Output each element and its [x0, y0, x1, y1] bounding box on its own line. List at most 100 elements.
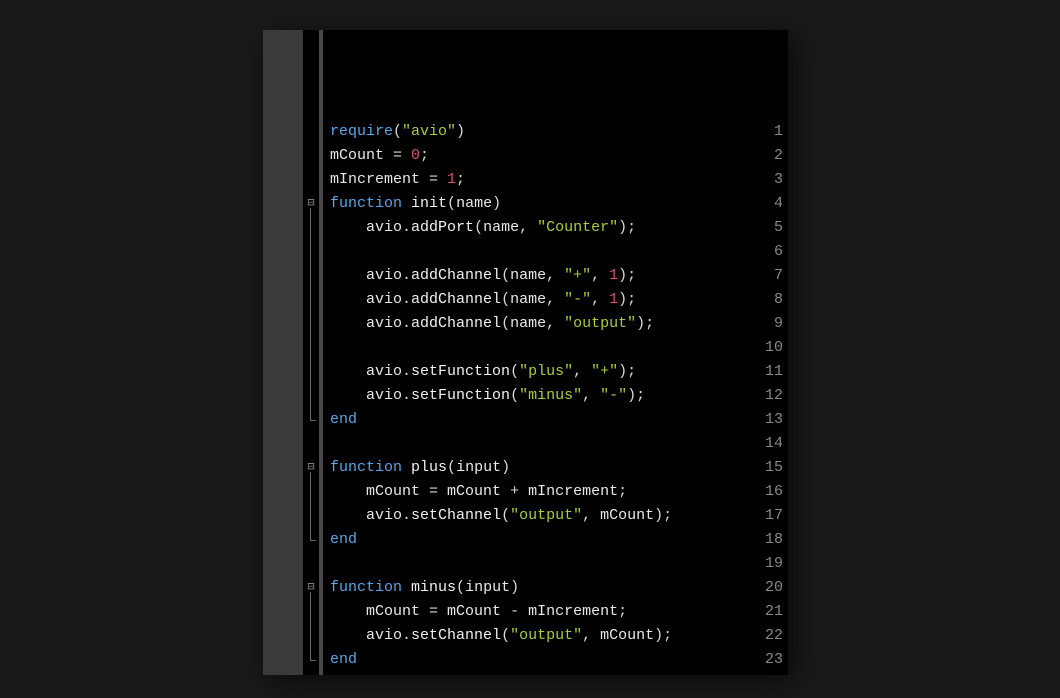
code-line[interactable]: avio.addChannel(name, "output");: [330, 312, 654, 336]
token-op: ,: [582, 387, 600, 404]
token-op: ;: [618, 603, 627, 620]
token-str: "+": [591, 363, 618, 380]
token-op: =: [420, 483, 447, 500]
token-str: "Counter": [537, 219, 618, 236]
fold-margin[interactable]: [303, 30, 319, 675]
token-op: .: [402, 267, 411, 284]
code-line[interactable]: function plus(input): [330, 456, 510, 480]
token-fn: addPort: [411, 219, 474, 236]
token-op: );: [636, 315, 654, 332]
token-num: 0: [411, 147, 420, 164]
line-number: 17: [753, 504, 783, 528]
token-num: 1: [447, 171, 456, 188]
token-id: name: [483, 219, 519, 236]
token-str: "output": [510, 627, 582, 644]
token-fn: minus: [411, 579, 456, 596]
code-line[interactable]: mCount = 0;: [330, 144, 429, 168]
token-id: avio: [366, 507, 402, 524]
code-line[interactable]: avio.setChannel("output", mCount);: [330, 504, 672, 528]
token-op: (: [501, 315, 510, 332]
code-line[interactable]: mCount = mCount + mIncrement;: [330, 480, 627, 504]
fold-end-icon: [310, 540, 316, 541]
token-plain: [330, 603, 366, 620]
fold-end-icon: [310, 420, 316, 421]
code-line[interactable]: avio.addChannel(name, "+", 1);: [330, 264, 636, 288]
code-line[interactable]: end: [330, 648, 357, 672]
token-fn: addChannel: [411, 267, 501, 284]
token-kw: require: [330, 123, 393, 140]
token-op: );: [618, 291, 636, 308]
fold-end-icon: [310, 660, 316, 661]
token-num: 1: [609, 267, 618, 284]
line-number: 22: [753, 624, 783, 648]
token-op: (: [501, 627, 510, 644]
token-op: (: [447, 195, 456, 212]
token-op: .: [402, 219, 411, 236]
token-op: (: [501, 267, 510, 284]
token-id: name: [510, 291, 546, 308]
token-op: ): [492, 195, 501, 212]
fold-guide-line: [310, 472, 311, 540]
token-id: mCount: [447, 483, 501, 500]
line-number: 2: [753, 144, 783, 168]
token-id: mCount: [600, 627, 654, 644]
token-op: ,: [591, 267, 609, 284]
code-line[interactable]: avio.setFunction("minus", "-");: [330, 384, 645, 408]
code-line[interactable]: end: [330, 528, 357, 552]
code-line[interactable]: mIncrement = 1;: [330, 168, 465, 192]
code-line[interactable]: avio.setChannel("output", mCount);: [330, 624, 672, 648]
token-plain: [402, 459, 411, 476]
code-line[interactable]: avio.addPort(name, "Counter");: [330, 216, 636, 240]
token-str: "-": [600, 387, 627, 404]
code-editor[interactable]: require("avio")mCount = 0;mIncrement = 1…: [263, 30, 788, 675]
line-number: 12: [753, 384, 783, 408]
token-op: (: [501, 507, 510, 524]
code-line[interactable]: require("avio"): [330, 120, 465, 144]
fold-toggle-icon[interactable]: ⊟: [306, 198, 316, 208]
token-op: );: [654, 627, 672, 644]
token-kw: end: [330, 651, 357, 668]
line-number: 1: [753, 120, 783, 144]
token-plain: [402, 579, 411, 596]
token-op: .: [402, 627, 411, 644]
code-line[interactable]: end: [330, 408, 357, 432]
token-id: mCount: [366, 483, 420, 500]
token-id: avio: [366, 387, 402, 404]
token-op: .: [402, 387, 411, 404]
token-op: (: [501, 291, 510, 308]
token-plain: [330, 363, 366, 380]
token-kw: function: [330, 579, 402, 596]
token-op: (: [510, 363, 519, 380]
code-line[interactable]: avio.setFunction("plus", "+");: [330, 360, 636, 384]
code-area[interactable]: require("avio")mCount = 0;mIncrement = 1…: [326, 30, 788, 675]
token-str: "minus": [519, 387, 582, 404]
code-line[interactable]: function minus(input): [330, 576, 519, 600]
token-fn: setChannel: [411, 507, 501, 524]
token-op: );: [618, 219, 636, 236]
token-op: ,: [519, 219, 537, 236]
token-kw: function: [330, 459, 402, 476]
token-str: "-": [564, 291, 591, 308]
fold-toggle-icon[interactable]: ⊟: [306, 582, 316, 592]
line-number: 14: [753, 432, 783, 456]
token-op: ): [501, 459, 510, 476]
token-id: name: [456, 195, 492, 212]
token-op: );: [618, 363, 636, 380]
line-number: 18: [753, 528, 783, 552]
token-fn: setFunction: [411, 363, 510, 380]
token-op: (: [474, 219, 483, 236]
token-op: =: [420, 171, 447, 188]
token-str: "output": [510, 507, 582, 524]
code-line[interactable]: function init(name): [330, 192, 501, 216]
token-op: (: [510, 387, 519, 404]
code-line[interactable]: avio.addChannel(name, "-", 1);: [330, 288, 636, 312]
fold-toggle-icon[interactable]: ⊟: [306, 462, 316, 472]
line-number: 5: [753, 216, 783, 240]
token-op: ,: [591, 291, 609, 308]
code-line[interactable]: mCount = mCount - mIncrement;: [330, 600, 627, 624]
token-id: name: [510, 315, 546, 332]
token-fn: init: [411, 195, 447, 212]
line-number: 4: [753, 192, 783, 216]
token-op: .: [402, 291, 411, 308]
line-number: 10: [753, 336, 783, 360]
